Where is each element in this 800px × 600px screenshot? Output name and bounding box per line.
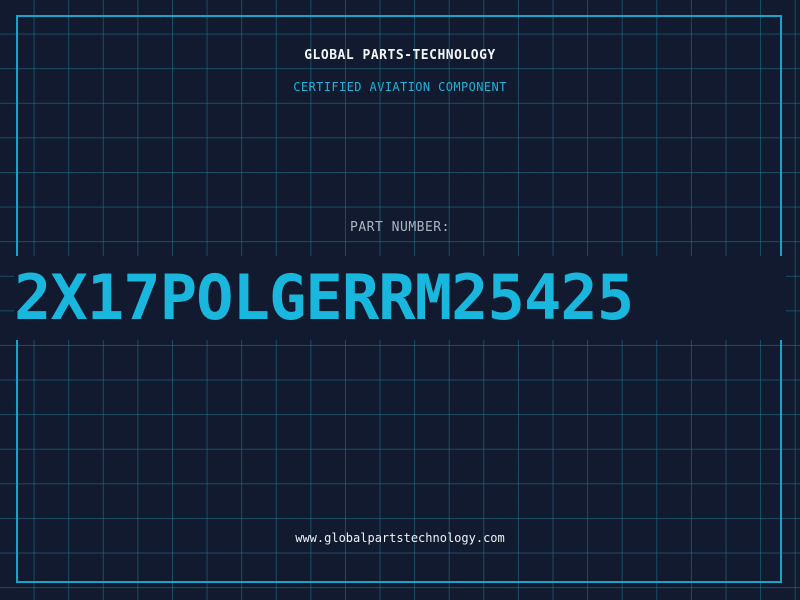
certification-tagline: CERTIFIED AVIATION COMPONENT <box>293 80 507 94</box>
part-number-label: PART NUMBER: <box>350 220 450 235</box>
website-url: www.globalpartstechnology.com <box>295 531 505 545</box>
part-number-value: 2X17POLGERRM25425 <box>14 256 786 340</box>
company-name: GLOBAL PARTS-TECHNOLOGY <box>304 48 496 63</box>
part-label-card: GLOBAL PARTS-TECHNOLOGY CERTIFIED AVIATI… <box>0 0 800 600</box>
